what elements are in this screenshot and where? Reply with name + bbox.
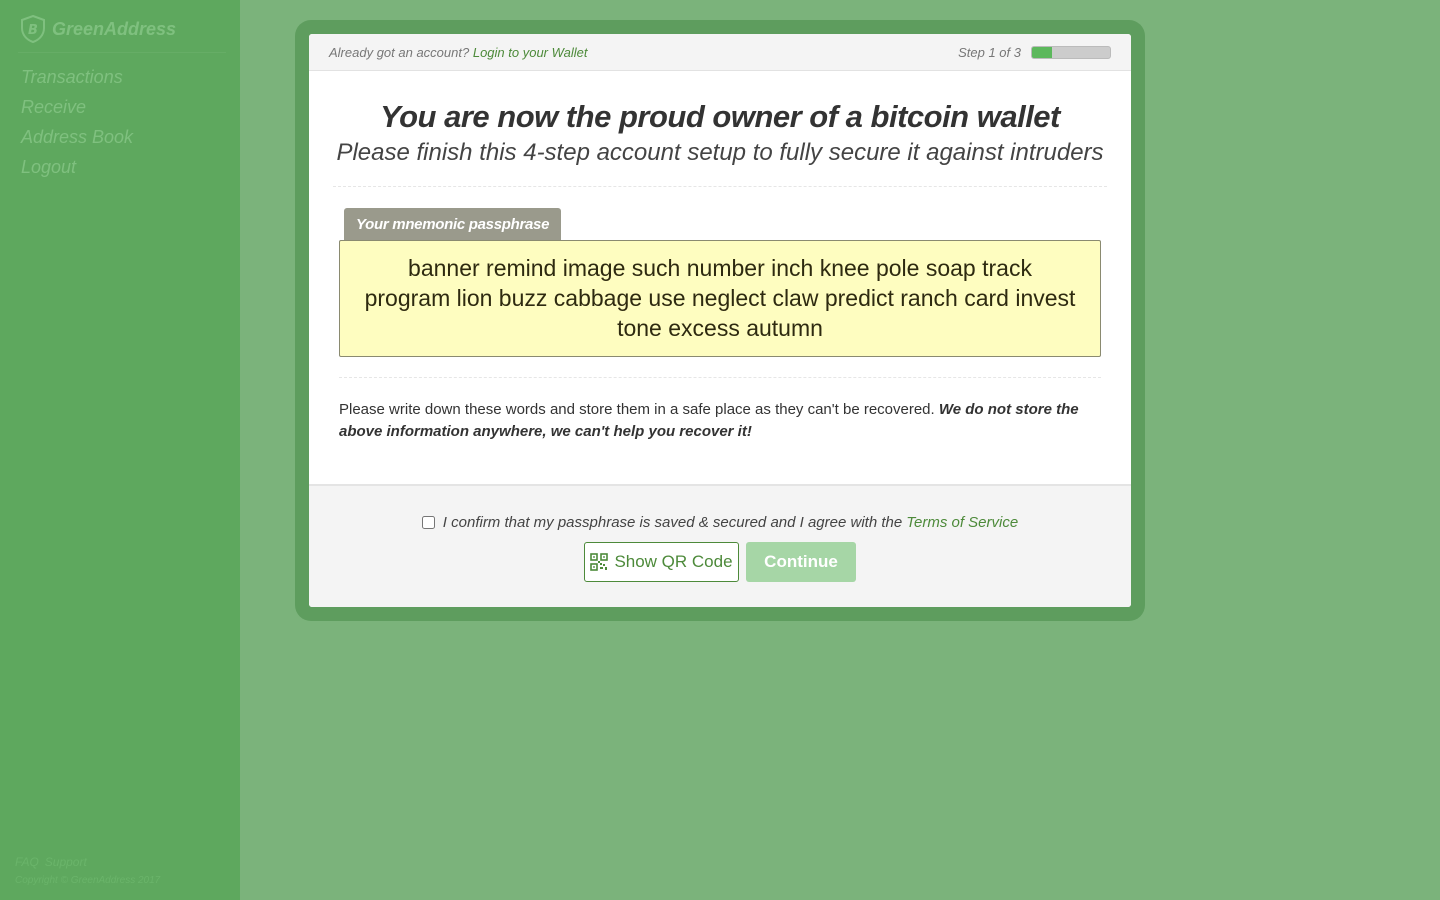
sidebar-item-transactions[interactable]: Transactions [21,62,133,92]
account-prompt: Already got an account? [329,44,470,60]
login-link[interactable]: Login to your Wallet [473,45,588,60]
sidebar-item-address-book[interactable]: Address Book [21,122,133,152]
show-qr-code-button[interactable]: Show QR Code [584,542,739,582]
support-link[interactable]: Support [45,855,87,869]
backup-notice: Please write down these words and store … [339,399,1101,443]
button-row: Show QR Code Continue [309,542,1131,582]
show-qr-code-label: Show QR Code [614,552,733,571]
footer-links: FAQ Support [15,855,160,869]
copyright-text: Copyright © GreenAddress 2017 [15,875,161,886]
faq-link[interactable]: FAQ [15,855,39,869]
sidebar-item-logout[interactable]: Logout [21,152,133,182]
mnemonic-passphrase-box: banner remind image such number inch kne… [339,240,1101,357]
modal-footer: I confirm that my passphrase is saved & … [309,484,1131,607]
setup-modal: Already got an account? Login to your Wa… [309,34,1131,607]
brand-name: GreenAddress [52,18,177,39]
sidebar-footer: FAQ Support Copyright © GreenAddress 201… [15,855,160,886]
step-indicator: Step 1 of 3 [958,45,1111,60]
step-progress-fill [1032,46,1052,58]
svg-text:B: B [28,23,38,38]
step-text: Step 1 of 3 [958,44,1021,60]
passphrase-line: banner remind image such number inch kne… [408,255,1032,281]
page-title: You are now the proud owner of a bitcoin… [380,99,1060,134]
shield-bitcoin-icon: B [21,15,45,43]
continue-button[interactable]: Continue [746,542,856,582]
sidebar-nav: Transactions Receive Address Book Logout [21,62,133,182]
brand[interactable]: B GreenAddress [20,14,176,44]
confirm-text: I confirm that my passphrase is saved & … [442,514,903,531]
passphrase-line: program lion buzz cabbage use neglect cl… [364,285,1076,311]
account-prompt-row: Already got an account? Login to your Wa… [329,45,588,60]
step-progress-bar [1031,45,1111,59]
sidebar: B GreenAddress Transactions Receive Addr… [0,0,240,900]
terms-of-service-link[interactable]: Terms of Service [906,514,1018,531]
sidebar-divider [18,52,226,53]
sidebar-item-receive[interactable]: Receive [21,92,133,122]
divider [339,377,1101,378]
confirm-row: I confirm that my passphrase is saved & … [309,514,1131,531]
passphrase-line: tone excess autumn [617,315,823,341]
notice-text: Please write down these words and store … [339,401,935,418]
qr-code-icon [590,553,609,571]
divider [333,186,1107,187]
confirm-checkbox[interactable] [421,516,435,529]
passphrase-tab-label: Your mnemonic passphrase [344,208,562,240]
page-subtitle: Please finish this 4-step account setup … [336,139,1104,166]
modal-top-bar: Already got an account? Login to your Wa… [309,34,1131,71]
modal-frame: Already got an account? Login to your Wa… [295,20,1145,621]
